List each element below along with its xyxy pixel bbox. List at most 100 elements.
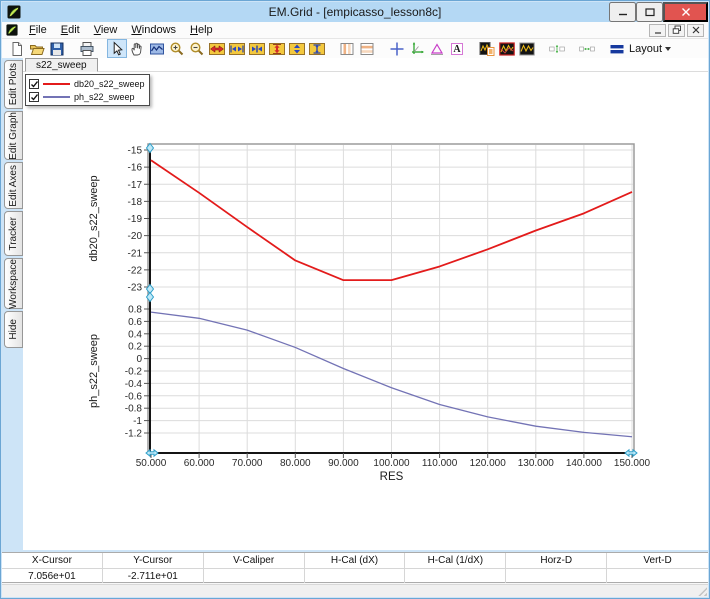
layout-dropdown[interactable]: Layout: [607, 39, 675, 58]
checkmark-icon: [30, 93, 38, 101]
trace-dark-button[interactable]: [497, 39, 517, 58]
zoom-out-icon: [189, 41, 205, 57]
y-tick-label: -0.2: [125, 367, 143, 378]
crosshair-button[interactable]: [387, 39, 407, 58]
dropdown-caret-icon: [665, 47, 671, 51]
legend-checkbox[interactable]: [29, 79, 39, 89]
compress-x-button[interactable]: [247, 39, 267, 58]
align-vertical-button[interactable]: [547, 39, 567, 58]
sidebar-tab-edit-plots[interactable]: Edit Plots: [4, 60, 23, 109]
close-button[interactable]: [663, 2, 708, 22]
y-tick-label: -20: [128, 231, 143, 242]
open-folder-icon: [29, 41, 45, 57]
toolbar-separator: [467, 48, 477, 49]
zoom-in-button[interactable]: [167, 39, 187, 58]
trace-dark2-button[interactable]: [517, 39, 537, 58]
y-tick-label: 0.8: [128, 305, 142, 316]
trace-highlight-icon: [479, 41, 495, 57]
y-tick-label: -1: [133, 416, 142, 427]
close-icon: [681, 7, 691, 17]
zoom-region-icon: [149, 41, 165, 57]
expand-y-button[interactable]: [267, 39, 287, 58]
x-tick-label: 150.000: [614, 458, 651, 469]
x-tick-label: 140.000: [566, 458, 603, 469]
print-button[interactable]: [77, 39, 97, 58]
autoscale-y-button[interactable]: [287, 39, 307, 58]
legend-entry[interactable]: ph_s22_sweep: [29, 90, 145, 103]
align-horizontal-button[interactable]: [577, 39, 597, 58]
split-columns-button[interactable]: [337, 39, 357, 58]
x-tick-label: 80.000: [280, 458, 311, 469]
text-annotation-button[interactable]: [447, 39, 467, 58]
cursor-column-value: -2.711e+01: [103, 568, 203, 583]
y-tick-label: 0: [136, 354, 142, 365]
sidebar-tab-tracker[interactable]: Tracker: [4, 211, 23, 256]
x-axis-title: RES: [380, 471, 404, 483]
pan-tool-button[interactable]: [127, 39, 147, 58]
toolbar-separator: [97, 48, 107, 49]
mdi-restore-button[interactable]: [668, 24, 685, 37]
align-vertical-icon: [549, 41, 565, 57]
menu-help[interactable]: Help: [183, 23, 220, 37]
expand-y-icon: [269, 41, 285, 57]
crosshair-icon: [389, 41, 405, 57]
caliper-button[interactable]: [427, 39, 447, 58]
sidebar-tab-edit-graph[interactable]: Edit Graph: [4, 111, 23, 160]
cursor-column-header: Y-Cursor: [103, 553, 203, 568]
split-rows-button[interactable]: [357, 39, 377, 58]
mdi-close-button[interactable]: [687, 24, 704, 37]
sidebar-tab-edit-axes[interactable]: Edit Axes: [4, 162, 23, 209]
y-tick-label: -16: [128, 163, 143, 174]
plot-workspace: s22_sweep -15-16-17-18-19-20-21-22-23db2…: [23, 58, 708, 550]
y-tick-label: -1.2: [125, 429, 143, 440]
y-tick-label: 0.4: [128, 329, 142, 340]
compress-x-icon: [249, 41, 265, 57]
statusbar: [2, 584, 708, 597]
x-tick-label: 50.000: [136, 458, 167, 469]
zoom-region-button[interactable]: [147, 39, 167, 58]
legend-checkbox[interactable]: [29, 92, 39, 102]
maximize-button[interactable]: [636, 2, 663, 22]
cursor-column-value: [204, 568, 304, 583]
zoom-out-button[interactable]: [187, 39, 207, 58]
titlebar[interactable]: EM.Grid - [empicasso_lesson8c]: [2, 2, 708, 22]
plot-legend: db20_s22_sweep ph_s22_sweep: [25, 74, 150, 106]
menubar: FileEditViewWindowsHelp: [2, 22, 708, 39]
save-button[interactable]: [47, 39, 67, 58]
cursor-column: H-Cal (dX): [305, 553, 406, 583]
maximize-icon: [645, 7, 655, 17]
new-file-button[interactable]: [7, 39, 27, 58]
axes-tool-button[interactable]: [407, 39, 427, 58]
autoscale-x-button[interactable]: [227, 39, 247, 58]
zoom-in-icon: [169, 41, 185, 57]
legend-line-sample: [43, 96, 70, 98]
menu-file[interactable]: File: [22, 23, 54, 37]
resize-grip[interactable]: [697, 586, 707, 596]
trace-highlight-button[interactable]: [477, 39, 497, 58]
menu-edit[interactable]: Edit: [54, 23, 87, 37]
open-file-button[interactable]: [27, 39, 47, 58]
expand-x-button[interactable]: [207, 39, 227, 58]
cursor-column-value: [506, 568, 606, 583]
tab-s22_sweep[interactable]: s22_sweep: [25, 58, 98, 72]
autoscale-y-icon: [289, 41, 305, 57]
axes-icon: [409, 41, 425, 57]
sidebar-tab-hide[interactable]: Hide: [4, 311, 23, 348]
minimize-button[interactable]: [609, 2, 636, 22]
cursor-column-header: Horz-D: [506, 553, 606, 568]
y-tick-label: -0.6: [125, 391, 143, 402]
mdi-close-icon: [691, 25, 701, 35]
menu-view[interactable]: View: [87, 23, 125, 37]
save-icon: [49, 41, 65, 57]
x-tick-label: 110.000: [422, 458, 458, 469]
sidebar-tab-workspace[interactable]: Workspace: [4, 258, 23, 309]
cursor-column-value: [405, 568, 505, 583]
menu-windows[interactable]: Windows: [124, 23, 183, 37]
compress-y-button[interactable]: [307, 39, 327, 58]
toolbar-separator: [67, 48, 77, 49]
print-icon: [79, 41, 95, 57]
x-axis-right-handle[interactable]: [625, 450, 637, 456]
pointer-tool-button[interactable]: [107, 39, 127, 58]
mdi-minimize-button[interactable]: [649, 24, 666, 37]
legend-entry[interactable]: db20_s22_sweep: [29, 77, 145, 90]
